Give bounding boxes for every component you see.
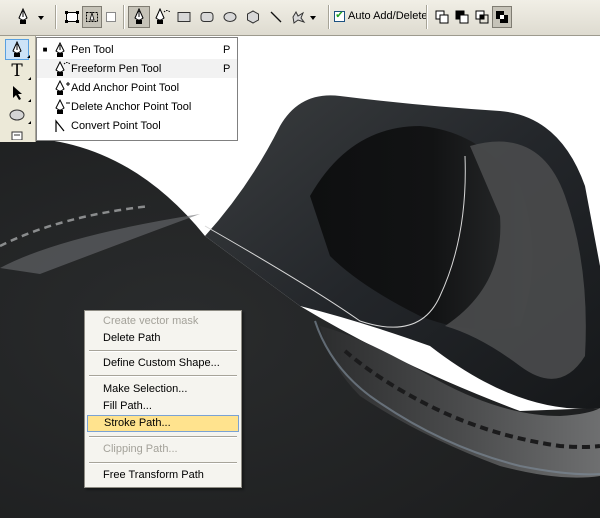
flyout-item-pen-tool[interactable]: ■ Pen Tool P (37, 40, 237, 59)
exclude-overlapping-path-areas-button[interactable] (492, 6, 512, 28)
ellipse-icon (223, 12, 237, 22)
menu-separator (89, 350, 237, 352)
path-selection-tool-button[interactable] (5, 82, 31, 103)
subtract-from-path-area-button[interactable] (452, 6, 472, 28)
arrow-icon (13, 85, 22, 100)
selected-square-icon: ■ (42, 45, 48, 54)
pen-icon (134, 8, 144, 24)
flyout-item-convert-point-tool[interactable]: Convert Point Tool (37, 116, 237, 135)
convert-point-icon (53, 118, 71, 134)
menu-item-clipping-path[interactable]: Clipping Path... (87, 441, 239, 458)
intersect-path-areas-button[interactable] (472, 6, 492, 28)
custom-shape-button[interactable] (289, 6, 319, 28)
add-anchor-icon (53, 79, 71, 96)
rounded-rectangle-icon (200, 12, 214, 22)
rectangle-icon (177, 12, 191, 22)
exclude-overlapping-icon (496, 11, 508, 23)
paths-button[interactable] (82, 6, 102, 28)
pen-mode-button[interactable] (128, 6, 150, 28)
flyout-item-label: Freeform Pen Tool (71, 62, 162, 75)
flyout-item-label: Convert Point Tool (71, 119, 161, 132)
auto-add-delete-checkbox[interactable]: ✔ Auto Add/Delete (334, 10, 428, 22)
ellipse-icon (9, 109, 25, 120)
freeform-pen-icon (53, 60, 71, 77)
menu-item-fill-path[interactable]: Fill Path... (87, 398, 239, 415)
add-to-path-area-icon (435, 10, 449, 24)
pen-icon (18, 7, 44, 24)
menu-item-create-vector-mask[interactable]: Create vector mask (87, 313, 239, 330)
menu-separator (89, 436, 237, 438)
flyout-item-shortcut: P (223, 62, 231, 75)
delete-anchor-icon (53, 98, 71, 115)
pen-tool-button[interactable] (5, 39, 30, 60)
menu-item-stroke-path[interactable]: Stroke Path... (87, 415, 239, 432)
shape-layers-icon (65, 11, 79, 23)
pen-icon (12, 40, 22, 57)
pen-tool-flyout: ■ Pen Tool P Freeform Pen Tool P Add Anc… (36, 37, 238, 141)
ellipse-button[interactable] (220, 6, 240, 28)
fill-pixels-icon (106, 12, 116, 22)
paths-icon (86, 11, 98, 22)
notes-tool-button[interactable] (5, 130, 29, 140)
rectangle-button[interactable] (174, 6, 194, 28)
pen-icon (53, 41, 71, 58)
path-context-menu: Create vector mask Delete Path Define Cu… (84, 310, 242, 488)
freeform-pen-button[interactable] (151, 6, 173, 28)
flyout-item-shortcut: P (223, 43, 231, 56)
type-tool-button[interactable]: T (5, 60, 31, 81)
shape-tool-button[interactable] (5, 104, 31, 125)
notes-icon (11, 131, 23, 140)
tools-panel: T (0, 36, 36, 142)
intersect-path-areas-icon (475, 10, 489, 24)
menu-separator (89, 375, 237, 377)
line-button[interactable] (266, 6, 286, 28)
shape-layers-button[interactable] (62, 6, 82, 28)
add-to-path-area-button[interactable] (432, 6, 452, 28)
menu-item-make-selection[interactable]: Make Selection... (87, 381, 239, 398)
custom-shape-icon (292, 10, 316, 24)
subtract-from-path-area-icon (455, 10, 469, 24)
freeform-pen-icon (155, 8, 171, 24)
flyout-item-add-anchor-point-tool[interactable]: Add Anchor Point Tool (37, 78, 237, 97)
polygon-button[interactable] (243, 6, 263, 28)
rounded-rectangle-button[interactable] (197, 6, 217, 28)
menu-item-define-custom-shape[interactable]: Define Custom Shape... (87, 355, 239, 372)
type-tool-icon: T (11, 60, 23, 81)
menu-item-delete-path[interactable]: Delete Path (87, 330, 239, 347)
flyout-item-delete-anchor-point-tool[interactable]: Delete Anchor Point Tool (37, 97, 237, 116)
chevron-down-icon (310, 16, 316, 20)
flyout-item-label: Delete Anchor Point Tool (71, 100, 192, 113)
chevron-down-icon (38, 16, 44, 20)
menu-item-free-transform-path[interactable]: Free Transform Path (87, 467, 239, 484)
auto-add-delete-label: Auto Add/Delete (348, 10, 428, 22)
fill-pixels-button[interactable] (102, 6, 120, 28)
menu-separator (89, 462, 237, 464)
line-icon (270, 11, 282, 23)
polygon-icon (247, 10, 259, 24)
tool-preset-picker[interactable] (8, 6, 48, 28)
flyout-item-label: Add Anchor Point Tool (71, 81, 180, 94)
options-bar: ✔ Auto Add/Delete (0, 0, 600, 36)
flyout-item-label: Pen Tool (71, 43, 114, 56)
flyout-item-freeform-pen-tool[interactable]: Freeform Pen Tool P (37, 59, 237, 78)
checkbox-checked-icon[interactable]: ✔ (334, 10, 345, 22)
